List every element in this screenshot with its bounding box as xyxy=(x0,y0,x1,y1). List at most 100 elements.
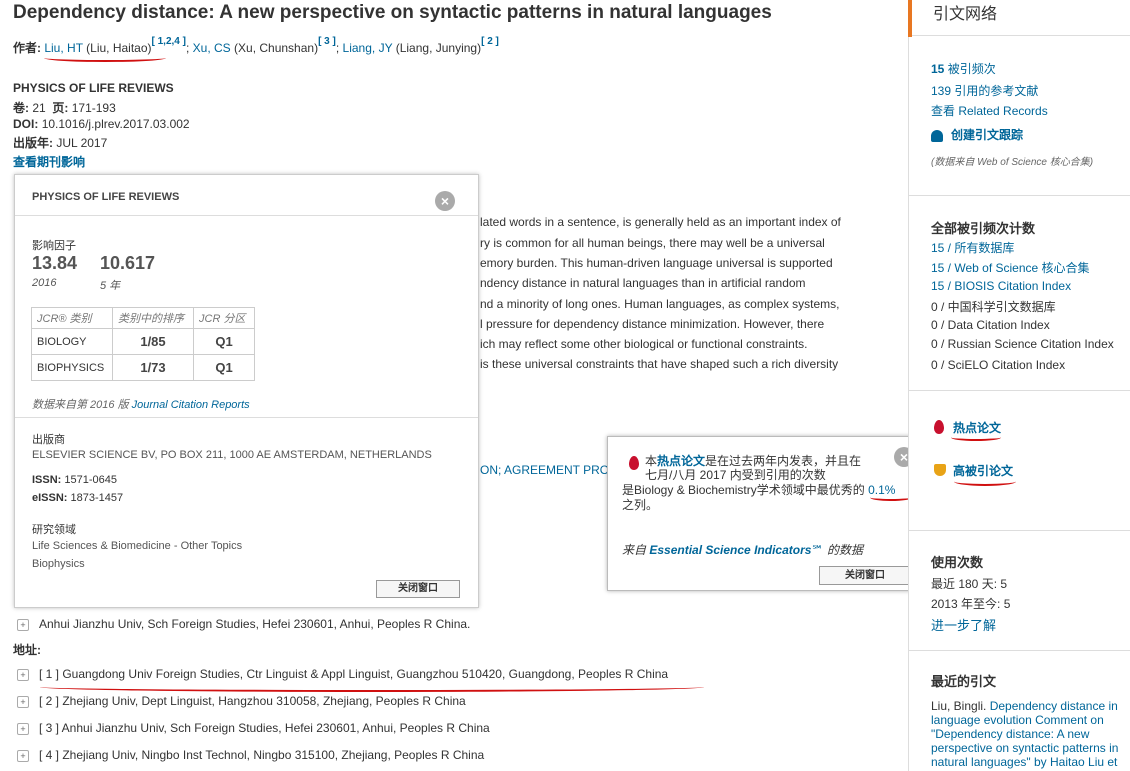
abstract-line: ich may reflect some other biological or… xyxy=(480,337,808,351)
pubyear-value: JUL 2017 xyxy=(56,136,108,150)
jcr-quartile: Q1 xyxy=(193,354,255,381)
jcr-quartile: Q1 xyxy=(193,328,255,355)
jcr-category: BIOLOGY xyxy=(31,328,113,355)
author-refs-1[interactable]: [ 1,2,4 ] xyxy=(152,36,186,47)
author-sep-1: ; xyxy=(185,41,190,55)
abstract-line: lated words in a sentence, is generally … xyxy=(480,215,841,229)
expand-icon[interactable]: + xyxy=(17,749,29,762)
usage-since-2013: 2013 年至今: 5 xyxy=(931,597,1011,611)
count-text: 0 / Data Citation Index xyxy=(931,318,1050,332)
abstract-line: l pressure for dependency distance minim… xyxy=(480,317,825,331)
count-text: 0 / Russian Science Citation Index xyxy=(931,337,1114,351)
times-cited-label[interactable]: 被引频次 xyxy=(944,62,996,76)
jcr-col-header: JCR® 类别 xyxy=(31,307,113,329)
research-area-label: 研究领域 xyxy=(32,524,76,536)
count-link[interactable]: 15 / BIOSIS Citation Index xyxy=(931,279,1071,293)
annotation-underline xyxy=(40,682,704,692)
jcr-source-prefix: 数据来自第 2016 版 xyxy=(32,399,132,411)
address-row-4: + [ 4 ] Zhejiang Univ, Ningbo Inst Techno… xyxy=(17,748,484,762)
jcr-source: 数据来自第 2016 版 Journal Citation Reports xyxy=(32,396,250,412)
jcr-link[interactable]: Journal Citation Reports xyxy=(132,399,250,411)
recent-citation-link[interactable]: "Dependency distance: A new xyxy=(931,727,1089,741)
jcr-rank: 1/85 xyxy=(112,328,194,355)
divider xyxy=(909,530,1130,531)
volume-label: 卷: xyxy=(13,101,29,115)
author-refs-2[interactable]: [ 3 ] xyxy=(318,36,336,47)
author-link-3[interactable]: Liang, JY xyxy=(343,41,393,55)
sidebar-accent-bar xyxy=(908,0,912,37)
esi-name: Essential Science Indicators℠ xyxy=(649,543,824,557)
expand-icon[interactable]: + xyxy=(17,695,29,708)
author-full-3: (Liang, Junying) xyxy=(392,41,482,55)
create-alert[interactable]: 创建引文跟踪 xyxy=(931,126,1023,143)
author-full-1: (Liu, Haitao) xyxy=(82,41,152,55)
author-full-2: (Xu, Chunshan) xyxy=(230,41,319,55)
sidebar-heading: 引文网络 xyxy=(933,6,998,23)
expand-icon[interactable]: + xyxy=(17,668,29,681)
journal-impact-link[interactable]: 查看期刊影响 xyxy=(13,153,85,170)
annotation-underline xyxy=(44,54,166,62)
eissn-label: eISSN: xyxy=(32,492,68,504)
reprint-address: + Anhui Jianzhu Univ, Sch Foreign Studies… xyxy=(17,617,470,631)
keywords-plus-fragment[interactable]: ON; AGREEMENT PROC xyxy=(480,463,618,477)
author-link-2[interactable]: Xu, CS xyxy=(193,41,231,55)
times-cited-count[interactable]: 15 xyxy=(931,62,944,76)
annotation-underline xyxy=(951,434,1001,441)
article-title: Dependency distance: A new perspective o… xyxy=(13,2,772,23)
recent-citation-link[interactable]: Dependency distance in xyxy=(990,699,1118,713)
usage-180-days: 最近 180 天: 5 xyxy=(931,577,1008,591)
hot-text: 是Biology & Biochemistry学术领域中最优秀的 xyxy=(622,483,869,497)
times-cited[interactable]: 15 被引频次 xyxy=(931,60,996,77)
pages-label: 页: xyxy=(52,101,69,115)
impact-factor-label: 影响因子 xyxy=(32,240,76,252)
count-text: 0 / 中国科学引文数据库 xyxy=(931,300,1056,314)
popup-journal-title: PHYSICS OF LIFE REVIEWS xyxy=(32,191,180,203)
close-window-button[interactable]: 关闭窗口 xyxy=(819,566,911,585)
publisher-label: 出版商 xyxy=(32,434,65,446)
close-icon[interactable]: × xyxy=(435,191,455,211)
divider xyxy=(909,390,1130,391)
five-year-impact-label: 5 年 xyxy=(100,280,121,292)
recent-citation-link[interactable]: natural languages" by Haitao Liu et xyxy=(931,755,1117,769)
learn-more-link[interactable]: 进一步了解 xyxy=(931,615,996,634)
esi-source-prefix: 来自 xyxy=(622,543,650,557)
jcr-col-header: 类别中的排序 xyxy=(112,307,194,329)
author-link-1[interactable]: Liu, HT xyxy=(44,41,82,55)
create-alert-link[interactable]: 创建引文跟踪 xyxy=(951,128,1023,142)
pages-value: 171-193 xyxy=(71,101,116,115)
address-label: 地址: xyxy=(13,643,41,657)
hot-paper-popup: × 本热点论文是在过去两年内发表，并且在 七月/八月 2017 内受到引用的次数… xyxy=(607,436,932,591)
issn-row: ISSN: 1571-0645 xyxy=(32,474,117,486)
highly-cited-label[interactable]: 高被引论文 xyxy=(953,464,1013,478)
author-refs-3[interactable]: [ 2 ] xyxy=(481,36,499,47)
address-text: [ 1 ] Guangdong Univ Foreign Studies, Ct… xyxy=(39,667,669,681)
related-records-link[interactable]: 查看 Related Records xyxy=(931,102,1048,119)
expand-icon[interactable]: + xyxy=(17,618,29,631)
trophy-icon xyxy=(934,464,946,476)
recent-citation-link[interactable]: perspective on syntactic patterns in xyxy=(931,741,1118,755)
cited-references-link[interactable]: 139 引用的参考文献 xyxy=(931,82,1038,99)
impact-factor-value: 13.84 xyxy=(32,253,78,273)
recent-citation-line: Liu, Bingli. Dependency distance in xyxy=(931,699,1118,713)
count-text: 0 / SciELO Citation Index xyxy=(931,358,1066,372)
publisher-value: ELSEVIER SCIENCE BV, PO BOX 211, 1000 AE… xyxy=(32,449,432,461)
eissn-value: 1873-1457 xyxy=(70,492,124,504)
recent-citation-link[interactable]: language evolution Comment on xyxy=(931,713,1104,727)
research-area-item: Life Sciences & Biomedicine - Other Topi… xyxy=(32,540,243,552)
hot-paper-label[interactable]: 热点论文 xyxy=(953,421,1001,435)
abstract-line: ry is common for all human beings, there… xyxy=(480,236,825,250)
close-window-button[interactable]: 关闭窗口 xyxy=(376,580,460,598)
pubyear-label: 出版年: xyxy=(13,136,53,150)
authors-label: 作者: xyxy=(13,41,41,55)
popup-header: PHYSICS OF LIFE REVIEWS × xyxy=(15,175,478,216)
doi-value: 10.1016/j.plrev.2017.03.002 xyxy=(41,117,190,131)
address-row-1: + [ 1 ] Guangdong Univ Foreign Studies, C… xyxy=(17,667,668,681)
count-link[interactable]: 15 / 所有数据库 xyxy=(931,239,1014,256)
count-link[interactable]: 15 / Web of Science 核心合集 xyxy=(931,259,1090,276)
recent-citations-title: 最近的引文 xyxy=(931,674,997,689)
table-row: BIOPHYSICS 1/73 Q1 xyxy=(31,354,255,381)
expand-icon[interactable]: + xyxy=(17,722,29,735)
doi-label: DOI: xyxy=(13,117,39,131)
bell-icon xyxy=(931,129,943,142)
jcr-rank: 1/73 xyxy=(112,354,194,381)
